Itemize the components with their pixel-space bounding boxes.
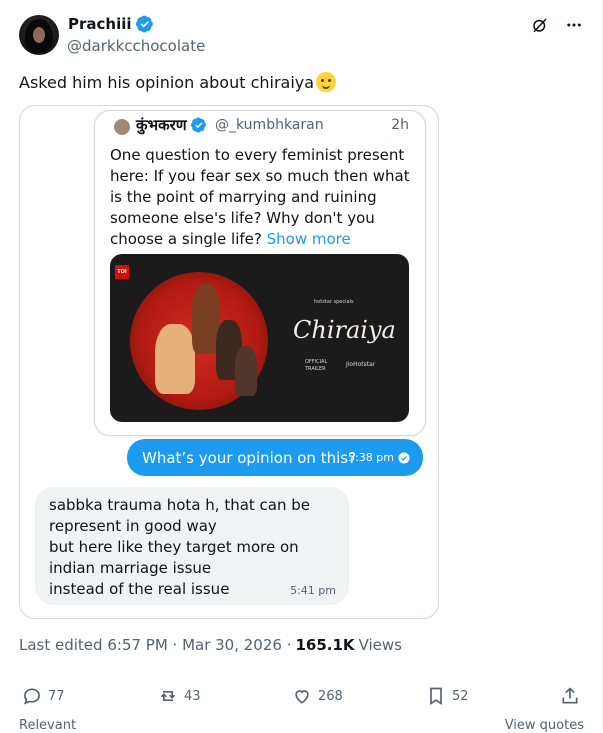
sent-message-time: 5:38 pm bbox=[348, 451, 394, 464]
edited-meta: Last edited 6:57 PM · Mar 30, 2026 · 165… bbox=[19, 636, 402, 654]
tweet-text: Asked him his opinion about chiraiya bbox=[19, 72, 337, 92]
tweet-body: Asked him his opinion about chiraiya bbox=[19, 72, 315, 92]
quoted-media-image[interactable]: TOI hotstar specials Chiraiya OFFICIAL T… bbox=[110, 254, 409, 422]
heart-icon bbox=[295, 690, 309, 704]
sent-message-meta: 5:38 pm bbox=[348, 451, 410, 464]
reply-button[interactable]: 77 bbox=[22, 686, 65, 706]
verified-badge-icon bbox=[135, 15, 153, 33]
message-bubble-received: sabbka trauma hota h, that can be repres… bbox=[35, 487, 349, 605]
bookmark-button[interactable]: 52 bbox=[426, 686, 469, 706]
quoted-avatar bbox=[114, 119, 130, 135]
edited-text[interactable]: Last edited 6:57 PM · Mar 30, 2026 · bbox=[19, 636, 291, 654]
trailer-text: TRAILER bbox=[305, 366, 326, 372]
message-bubble-sent: What’s your opinion on this? 5:38 pm bbox=[127, 439, 423, 476]
share-icon bbox=[562, 687, 578, 704]
quoted-text: One question to every feminist present h… bbox=[110, 145, 410, 250]
views-label: Views bbox=[358, 636, 402, 654]
relevant-label[interactable]: Relevant bbox=[19, 718, 76, 733]
action-bar: 77 43 268 52 bbox=[0, 686, 603, 708]
reply-sort-row: Relevant View quotes bbox=[19, 718, 584, 733]
poster-brand: hotstar specials bbox=[314, 299, 354, 305]
author-name[interactable]: Prachiii bbox=[68, 15, 154, 33]
repost-icon bbox=[160, 691, 176, 701]
received-message-time: 5:41 pm bbox=[290, 584, 336, 597]
share-button[interactable] bbox=[560, 686, 580, 706]
reply-count: 77 bbox=[48, 688, 65, 704]
poster-figure-1 bbox=[155, 324, 195, 394]
show-more-link[interactable]: Show more bbox=[267, 230, 351, 248]
poster-official: OFFICIAL TRAILER bbox=[305, 359, 327, 373]
quoted-post[interactable]: कुंभकरण @_kumbhkaran 2h One question to … bbox=[94, 110, 426, 436]
avatar[interactable] bbox=[19, 15, 59, 55]
sent-message-text: What’s your opinion on this? bbox=[142, 448, 357, 467]
view-quotes-link[interactable]: View quotes bbox=[505, 718, 584, 733]
read-check-icon bbox=[398, 452, 410, 463]
emoji-icon bbox=[316, 72, 337, 92]
grok-icon[interactable] bbox=[531, 16, 549, 34]
quoted-name: कुंभकरण bbox=[136, 115, 207, 135]
quoted-verified-badge-icon bbox=[190, 117, 206, 133]
views-count: 165.1K bbox=[295, 636, 355, 654]
quoted-body: One question to every feminist present h… bbox=[110, 146, 410, 248]
repost-button[interactable]: 43 bbox=[158, 686, 201, 706]
bookmark-icon bbox=[430, 687, 442, 706]
poster-figure-4 bbox=[235, 346, 257, 396]
tweet-controls bbox=[531, 16, 583, 34]
author-name-text[interactable]: Prachiii bbox=[68, 15, 132, 33]
toi-logo: TOI bbox=[115, 265, 129, 279]
poster-platform: JioHotstar bbox=[346, 361, 376, 368]
avatar-face bbox=[33, 27, 45, 43]
reply-icon bbox=[23, 688, 40, 705]
like-button[interactable]: 268 bbox=[292, 686, 343, 706]
quoted-handle: @_kumbhkaran bbox=[215, 117, 324, 133]
like-count: 268 bbox=[318, 688, 343, 704]
bookmark-count: 52 bbox=[452, 688, 469, 704]
more-options-icon[interactable] bbox=[565, 16, 583, 34]
poster-title: Chiraiya bbox=[293, 316, 396, 344]
quoted-name-text: कुंभकरण bbox=[136, 116, 187, 134]
author-handle[interactable]: @darkkcchocolate bbox=[67, 37, 205, 55]
official-text: OFFICIAL bbox=[305, 359, 328, 365]
quoted-time: 2h bbox=[391, 117, 409, 133]
repost-count: 43 bbox=[184, 688, 201, 704]
